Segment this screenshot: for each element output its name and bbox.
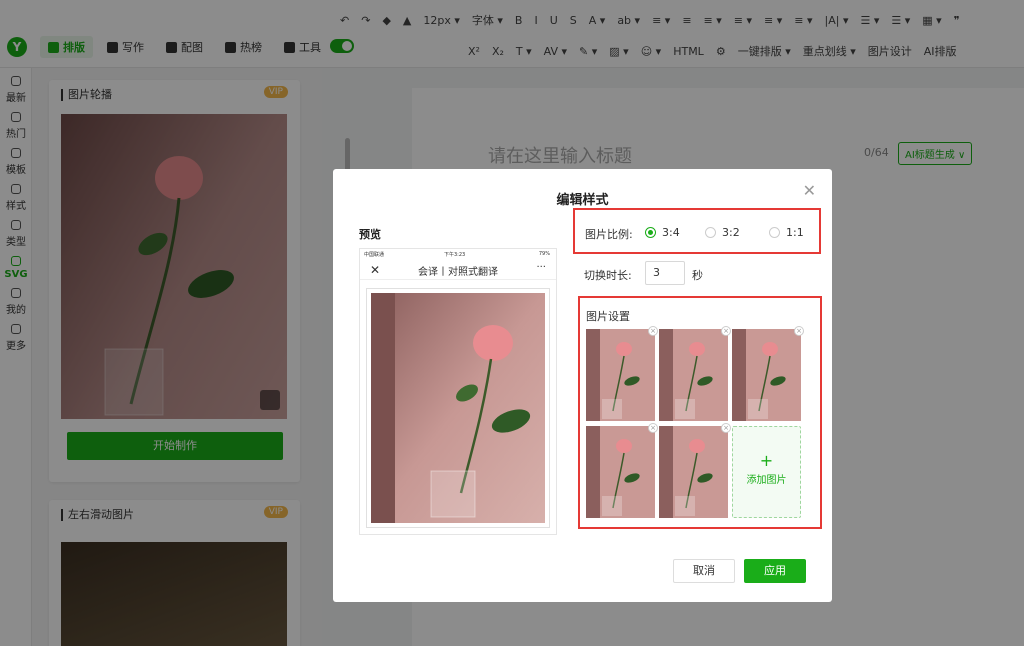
- rose-thumbnail-image: [659, 426, 728, 518]
- phone-status-bar: 中国联通 下午3:23 79%: [360, 249, 556, 259]
- ratio-3-2-radio[interactable]: 3:2: [705, 226, 740, 239]
- image-thumbnail[interactable]: ×: [659, 326, 731, 421]
- more-icon: ···: [536, 262, 546, 273]
- remove-image-icon[interactable]: ×: [794, 326, 804, 336]
- dialog-title: 编辑样式: [556, 193, 609, 208]
- add-image-label: 添加图片: [746, 475, 787, 486]
- rose-thumbnail-image: [732, 329, 801, 421]
- phone-header: ✕ 会译丨对照式翻译 ···: [360, 260, 556, 280]
- plus-icon: +: [759, 451, 774, 470]
- radio-label: 1:1: [786, 226, 804, 239]
- image-settings-box: 图片设置 + 添加图片 × × × × ×: [578, 296, 822, 529]
- close-icon[interactable]: ✕: [803, 181, 816, 200]
- rose-thumbnail-image: [586, 329, 655, 421]
- battery: 79%: [538, 251, 550, 257]
- image-settings-label: 图片设置: [586, 310, 630, 323]
- duration-unit: 秒: [692, 269, 703, 282]
- image-thumbnail[interactable]: ×: [732, 326, 804, 421]
- remove-image-icon[interactable]: ×: [648, 423, 658, 433]
- duration-label: 切换时长:: [584, 269, 632, 282]
- ratio-3-4-radio[interactable]: 3:4: [645, 226, 680, 239]
- ratio-options-box: 图片比例: 3:4 3:2 1:1: [573, 208, 821, 254]
- phone-title: 会译丨对照式翻译: [418, 267, 498, 278]
- remove-image-icon[interactable]: ×: [721, 326, 731, 336]
- remove-image-icon[interactable]: ×: [648, 326, 658, 336]
- duration-input[interactable]: 3: [645, 261, 685, 285]
- radio-dot: [705, 227, 716, 238]
- remove-image-icon[interactable]: ×: [721, 423, 731, 433]
- apply-button[interactable]: 应用: [744, 559, 806, 583]
- cancel-button[interactable]: 取消: [673, 559, 735, 583]
- carousel-frame: [366, 288, 550, 528]
- rose-thumbnail-image: [586, 426, 655, 518]
- rose-thumbnail-image: [659, 329, 728, 421]
- add-image-button[interactable]: + 添加图片: [732, 426, 801, 518]
- ratio-1-1-radio[interactable]: 1:1: [769, 226, 804, 239]
- image-thumbnail[interactable]: ×: [659, 423, 731, 518]
- radio-dot: [645, 227, 656, 238]
- radio-label: 3:4: [662, 226, 680, 239]
- phone-preview: 中国联通 下午3:23 79% ✕ 会译丨对照式翻译 ···: [359, 248, 557, 535]
- preview-label: 预览: [359, 228, 381, 241]
- rose-image: [371, 293, 545, 523]
- edit-style-dialog: 编辑样式 ✕ 预览 中国联通 下午3:23 79% ✕ 会译丨对照式翻译 ···: [333, 169, 832, 602]
- radio-dot: [769, 227, 780, 238]
- image-thumbnail[interactable]: ×: [586, 423, 658, 518]
- ratio-label: 图片比例:: [585, 228, 633, 241]
- time: 下午3:23: [444, 252, 466, 258]
- radio-label: 3:2: [722, 226, 740, 239]
- image-thumbnail[interactable]: ×: [586, 326, 658, 421]
- carrier: 中国联通: [364, 252, 385, 258]
